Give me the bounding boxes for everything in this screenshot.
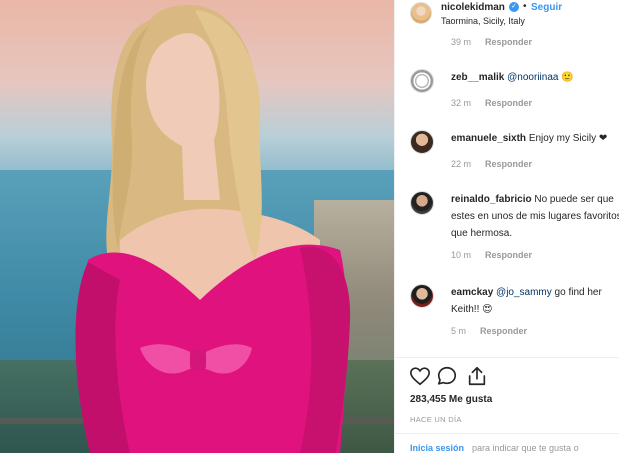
author-username[interactable]: nicolekidman [441,2,505,13]
comment-text: 🙂 [558,72,574,83]
reply-button[interactable]: Responder [480,326,527,336]
verified-badge-icon: ✓ [509,2,519,12]
comment-body: zeb__malik @nooriinaa 🙂 [451,69,619,86]
comment-body: reinaldo_fabricio No puede ser que estes… [451,191,619,242]
follow-button[interactable]: Seguir [531,2,562,13]
login-prompt-text: para indicar que te gusta o [472,443,579,453]
comment-mention[interactable]: @jo_sammy [496,287,552,298]
commenter-username[interactable]: eamckay [451,287,493,298]
post-location[interactable]: Taormina, Sicily, Italy [441,16,525,26]
commenter-username[interactable]: zeb__malik [451,72,504,83]
comment-time: 10 m [451,250,472,260]
commenter-avatar[interactable] [410,191,434,215]
login-link[interactable]: Inicia sesión [410,443,464,453]
comment-time: 32 m [451,98,472,108]
separator-dot: • [523,1,527,12]
photo-figure [75,5,351,453]
comment-mention[interactable]: @nooriinaa [507,72,558,83]
like-heart-icon[interactable] [409,365,431,387]
commenter-username[interactable]: emanuele_sixth [451,133,526,144]
reply-button[interactable]: Responder [485,37,532,47]
post-photo[interactable] [0,0,394,453]
likes-count[interactable]: 283,455 Me gusta [410,394,492,405]
section-divider [395,357,619,358]
comment-body: emanuele_sixth Enjoy my Sicily ❤ [451,130,619,147]
comment-text: Enjoy my Sicily ❤ [528,133,608,144]
comment-meta: 32 m Responder [451,98,532,108]
comment-meta: 5 m Responder [451,326,527,336]
reply-button[interactable]: Responder [485,98,532,108]
commenter-avatar[interactable] [410,284,434,308]
post-header: nicolekidman ✓ • Seguir Taormina, Sicily… [395,0,619,35]
comment-time: 22 m [451,159,472,169]
commenter-avatar[interactable] [410,130,434,154]
reply-button[interactable]: Responder [485,250,532,260]
comment-body: eamckay @jo_sammy go find her Keith!! 😍 [451,284,619,318]
comment-bubble-icon[interactable] [436,365,458,387]
reply-button[interactable]: Responder [485,159,532,169]
comment-time: 5 m [451,326,467,336]
commenter-username[interactable]: reinaldo_fabricio [451,194,532,205]
share-icon[interactable] [466,365,488,387]
comments-panel: nicolekidman ✓ • Seguir Taormina, Sicily… [394,0,619,453]
comment-meta: 39 m Responder [451,37,532,47]
login-prompt: Inicia sesión para indicar que te gusta … [395,433,619,453]
comment-time: 39 m [451,37,472,47]
commenter-avatar[interactable] [410,69,434,93]
author-avatar[interactable] [410,2,432,24]
comment-meta: 22 m Responder [451,159,532,169]
post-timestamp: HACE UN DÍA [410,415,462,424]
comment-meta: 10 m Responder [451,250,532,260]
